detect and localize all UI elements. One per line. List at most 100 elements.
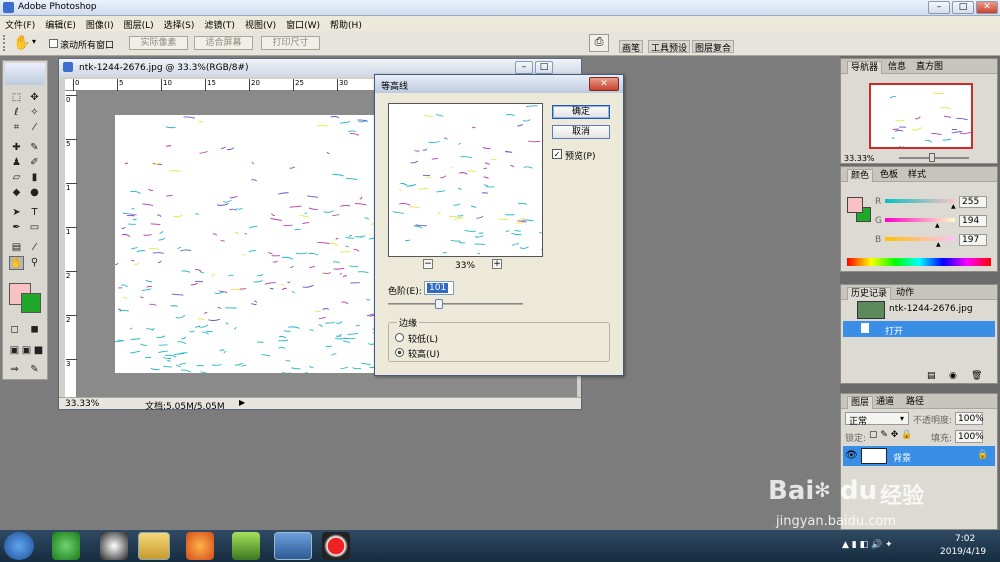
doc-minimize-button[interactable]: –	[515, 61, 533, 74]
eyedropper-icon[interactable]: ⁄	[27, 241, 42, 255]
eraser-icon[interactable]: ▱	[9, 171, 24, 185]
imageready-icon[interactable]: ✎	[27, 363, 42, 377]
history-snapshot-name[interactable]: ntk-1244-2676.jpg	[889, 304, 973, 314]
taskbar-firefox-icon[interactable]	[186, 532, 214, 560]
tab-actions[interactable]: 动作	[893, 287, 917, 300]
menu-help[interactable]: 帮助(H)	[325, 16, 367, 31]
channel-slider[interactable]: ▲	[885, 237, 955, 248]
type-tool-icon[interactable]: T	[27, 206, 42, 220]
move-tool-icon[interactable]: ✥	[27, 91, 42, 105]
zoom-out-button[interactable]: −	[423, 259, 433, 269]
start-button[interactable]	[4, 532, 34, 560]
tab-navigator[interactable]: 导航器	[847, 61, 883, 74]
fill-input[interactable]: 100%	[955, 430, 984, 443]
navigator-slider-thumb[interactable]	[929, 153, 935, 162]
lasso-tool-icon[interactable]: ℓ	[9, 106, 24, 120]
path-select-icon[interactable]: ➤	[9, 206, 24, 220]
hand-tool-icon-selected[interactable]: ✋	[9, 256, 24, 270]
taskbar-recorder-icon[interactable]	[322, 532, 350, 560]
print-size-button[interactable]: 打印尺寸	[261, 36, 320, 50]
shape-tool-icon[interactable]: ▭	[27, 221, 42, 235]
dodge-tool-icon[interactable]: ●	[27, 186, 42, 200]
taskbar-explorer-icon[interactable]	[138, 532, 170, 560]
tab-histogram[interactable]: 直方图	[913, 61, 946, 74]
channel-slider-thumb[interactable]: ▲	[936, 241, 941, 248]
menu-filter[interactable]: 滤镜(T)	[199, 16, 240, 31]
imageready-jump-icon[interactable]: ⇒	[7, 363, 22, 377]
menu-view[interactable]: 视图(V)	[240, 16, 281, 31]
delete-state-icon[interactable]: 🗑	[971, 371, 982, 381]
taskbar-app-2-icon[interactable]	[232, 532, 260, 560]
tab-styles[interactable]: 样式	[905, 169, 929, 182]
preview-checkbox[interactable]: ✓	[552, 149, 562, 159]
notes-tool-icon[interactable]: ▤	[9, 241, 24, 255]
minimize-button[interactable]: –	[928, 1, 950, 14]
tab-history[interactable]: 历史记录	[847, 287, 892, 300]
tab-paths[interactable]: 路径	[903, 396, 927, 409]
new-document-from-state-icon[interactable]: ▤	[927, 371, 936, 381]
pen-tool-icon[interactable]: ✒	[9, 221, 24, 235]
zoom-in-button[interactable]: +	[492, 259, 502, 269]
taskbar-qq-icon[interactable]	[100, 532, 128, 560]
palette-well-icon[interactable]: ⎙	[589, 34, 609, 52]
opacity-input[interactable]: 100%	[955, 412, 984, 425]
menu-window[interactable]: 窗口(W)	[281, 16, 325, 31]
zoom-tool-icon[interactable]: ⚲	[27, 256, 42, 270]
status-menu-arrow-icon[interactable]: ▶	[239, 398, 245, 407]
level-input[interactable]: 101	[424, 281, 454, 295]
slice-tool-icon[interactable]: ⁄	[27, 121, 42, 135]
menu-file[interactable]: 文件(F)	[0, 16, 40, 31]
level-slider-track[interactable]	[388, 299, 523, 309]
tool-preset-dropdown-icon[interactable]: ▾	[32, 37, 36, 46]
marquee-tool-icon[interactable]: ⬚	[9, 91, 24, 105]
clone-stamp-icon[interactable]: ♟	[9, 156, 24, 170]
channel-slider-thumb[interactable]: ▲	[951, 203, 956, 210]
history-brush-icon[interactable]: ✐	[27, 156, 42, 170]
channel-slider[interactable]: ▲	[885, 218, 955, 229]
scroll-all-checkbox[interactable]	[49, 39, 58, 48]
tray-icons[interactable]: ▲ ▮ ◧ 🔊 ✦	[842, 540, 893, 550]
screen-mode-3-icon[interactable]: ■	[31, 344, 46, 358]
background-color-swatch[interactable]	[21, 293, 41, 313]
layer-row-background[interactable]: 👁 背景 🔒	[843, 446, 995, 466]
navigator-thumbnail[interactable]	[869, 83, 973, 149]
lock-pixels-icons[interactable]: ▢ ✎ ✥ 🔒	[869, 430, 912, 440]
color-foreground-swatch[interactable]	[847, 197, 863, 213]
palette-tab-brushes[interactable]: 画笔	[619, 40, 644, 54]
healing-brush-icon[interactable]: ✚	[9, 141, 24, 155]
tab-info[interactable]: 信息	[885, 61, 909, 74]
edge-low-radio[interactable]	[395, 333, 404, 342]
cancel-button[interactable]: 取消	[552, 125, 610, 139]
tab-swatches[interactable]: 色板	[877, 169, 901, 182]
blur-tool-icon[interactable]: ◆	[9, 186, 24, 200]
menu-edit[interactable]: 编辑(E)	[40, 16, 81, 31]
crop-tool-icon[interactable]: ⌗	[9, 121, 24, 135]
actual-pixels-button[interactable]: 实际像素	[129, 36, 188, 50]
dialog-close-button[interactable]: ✕	[589, 77, 619, 91]
history-item-open[interactable]: 打开	[843, 321, 995, 337]
channel-slider-thumb[interactable]: ▲	[935, 222, 940, 229]
grip-handle[interactable]	[3, 35, 7, 51]
taskbar-app-1-icon[interactable]	[52, 532, 80, 560]
tab-channels[interactable]: 通道	[873, 396, 897, 409]
navigator-zoom[interactable]: 33.33%	[844, 154, 875, 163]
menu-image[interactable]: 图像(I)	[81, 16, 119, 31]
maximize-button[interactable]: □	[952, 1, 974, 14]
menu-select[interactable]: 选择(S)	[159, 16, 200, 31]
quick-mask-icon[interactable]: ◼	[27, 323, 42, 337]
close-button[interactable]: ✕	[976, 1, 998, 14]
standard-mode-icon[interactable]: ◻	[7, 323, 22, 337]
filter-preview-box[interactable]	[388, 103, 543, 257]
blend-mode-select[interactable]: 正常 ▾	[845, 412, 909, 427]
channel-value-input[interactable]: 255	[959, 196, 987, 208]
navigator-zoom-slider[interactable]	[899, 153, 969, 162]
new-snapshot-icon[interactable]: ◉	[949, 371, 957, 381]
edge-high-radio[interactable]	[395, 348, 404, 357]
magic-wand-icon[interactable]: ✧	[27, 106, 42, 120]
level-slider-thumb[interactable]	[435, 299, 443, 309]
tab-color[interactable]: 颜色	[847, 169, 874, 182]
channel-value-input[interactable]: 197	[959, 234, 987, 246]
gradient-icon[interactable]: ▮	[27, 171, 42, 185]
doc-maximize-button[interactable]: □	[535, 61, 553, 74]
fit-screen-button[interactable]: 适合屏幕	[194, 36, 253, 50]
